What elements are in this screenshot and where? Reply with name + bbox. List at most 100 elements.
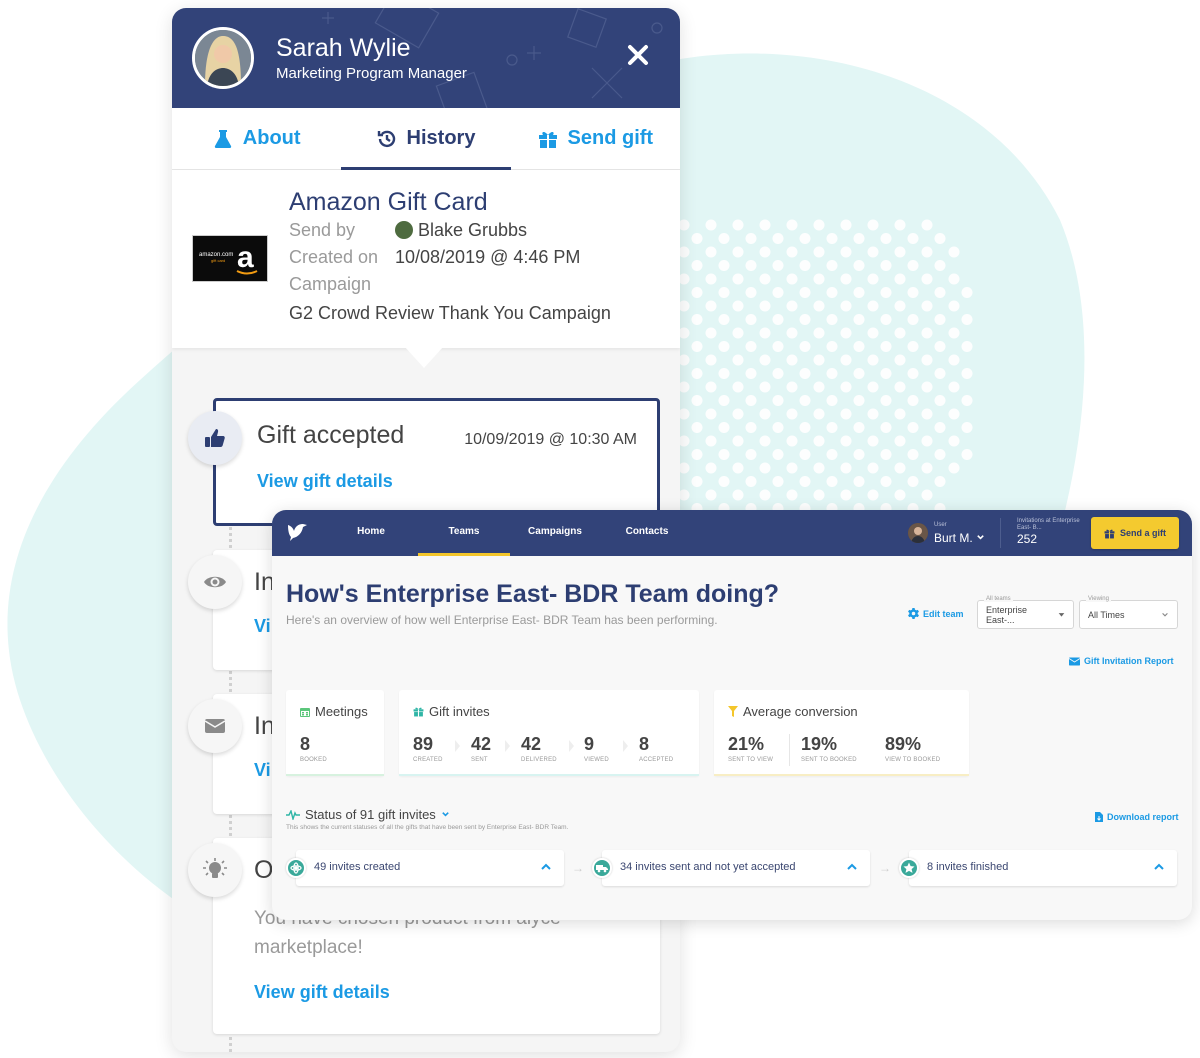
view-gift-details-link[interactable]: View gift details xyxy=(254,982,390,1003)
envelope-icon xyxy=(204,719,226,733)
pattern-dot xyxy=(826,368,838,379)
pattern-dot xyxy=(678,273,690,285)
atom-icon xyxy=(290,862,302,874)
pattern-dot xyxy=(907,314,919,325)
pattern-dot xyxy=(934,476,946,487)
pattern-dot xyxy=(948,246,960,258)
pattern-dot xyxy=(705,327,717,339)
status-card-finished[interactable]: 8 invites finished xyxy=(899,850,1177,886)
profile-role: Marketing Program Manager xyxy=(276,65,467,82)
pattern-dot xyxy=(786,408,798,420)
pattern-dot xyxy=(705,435,717,447)
stat-label: SENT TO VIEW xyxy=(728,757,774,763)
pattern-dot xyxy=(867,435,879,447)
pattern-dot xyxy=(759,489,771,501)
pattern-dot xyxy=(961,422,973,433)
close-button[interactable] xyxy=(622,42,654,74)
pattern-dot xyxy=(853,449,865,460)
event-title: O xyxy=(254,856,274,884)
download-report-link[interactable]: Download report xyxy=(1095,812,1179,822)
view-gift-details-link[interactable]: View gift details xyxy=(257,471,393,492)
pattern-dot xyxy=(894,408,906,420)
edit-team-button[interactable]: Edit team xyxy=(908,608,964,619)
event-icon-badge xyxy=(188,843,242,897)
view-gift-details-link[interactable]: Vi xyxy=(254,760,271,781)
pattern-dot xyxy=(826,395,838,406)
pattern-dot xyxy=(880,341,892,352)
stat-value: 9 xyxy=(584,734,595,754)
nav-home[interactable]: Home xyxy=(350,510,392,556)
tab-send-gift-label: Send gift xyxy=(567,127,654,149)
pattern-dot xyxy=(732,219,744,231)
pattern-dot xyxy=(934,368,946,379)
pattern-dot xyxy=(921,327,933,339)
gift-icon xyxy=(413,707,424,717)
tab-history[interactable]: History xyxy=(341,108,511,170)
pattern-dot xyxy=(718,449,730,460)
nav-teams[interactable]: Teams xyxy=(418,510,510,556)
tab-send-gift[interactable]: Send gift xyxy=(511,108,680,169)
pattern-dot xyxy=(678,219,690,231)
pattern-dot xyxy=(826,476,838,487)
status-card-created[interactable]: 49 invites created xyxy=(286,850,564,886)
tab-about[interactable]: About xyxy=(172,108,341,169)
alyce-bird-logo[interactable] xyxy=(286,521,308,543)
user-name[interactable]: Burt M. xyxy=(934,531,985,545)
pattern-dot xyxy=(772,314,784,325)
gift-icon xyxy=(538,131,557,148)
pattern-dot xyxy=(921,246,933,258)
pattern-dot xyxy=(732,273,744,285)
send-by-value[interactable]: Blake Grubbs xyxy=(395,220,527,241)
status-section-title[interactable]: Status of 91 gift invites xyxy=(286,807,450,822)
stat-label: VIEWED xyxy=(584,757,609,763)
pattern-dot xyxy=(826,314,838,325)
card-accent xyxy=(286,774,384,776)
pattern-dot xyxy=(772,422,784,433)
gift-invites-card: Gift invites 89 CREATED 42 SENT 42 DELIV… xyxy=(399,690,699,776)
card-accent xyxy=(399,774,699,776)
pattern-dot xyxy=(867,462,879,474)
gift-invites-sent: 42 SENT xyxy=(471,734,491,763)
created-on-label: Created on xyxy=(289,247,379,267)
pattern-dot xyxy=(772,449,784,460)
gift-invitation-report-link[interactable]: Gift Invitation Report xyxy=(1069,656,1174,666)
pattern-dot xyxy=(907,368,919,379)
pattern-dot xyxy=(759,246,771,258)
team-select[interactable]: All teams Enterprise East-... xyxy=(977,596,1074,629)
pattern-dot xyxy=(678,246,690,258)
gift-invites-delivered: 42 DELIVERED xyxy=(521,734,557,763)
campaign-value: G2 Crowd Review Thank You Campaign xyxy=(289,303,611,323)
send-a-gift-button[interactable]: Send a gift xyxy=(1091,517,1179,549)
pattern-dot xyxy=(813,354,825,366)
pattern-dot xyxy=(853,287,865,298)
viewing-select[interactable]: Viewing All Times xyxy=(1079,596,1178,629)
tab-history-label: History xyxy=(406,127,476,149)
pattern-dot xyxy=(705,219,717,231)
pattern-dot xyxy=(961,395,973,406)
pattern-dot xyxy=(732,462,744,474)
conversion-sent-to-view: 21% SENT TO VIEW xyxy=(728,734,773,763)
chevron-up-icon xyxy=(1154,863,1164,870)
status-card-sent[interactable]: 34 invites sent and not yet accepted xyxy=(592,850,870,886)
pattern-dot xyxy=(840,246,852,258)
nav-contacts[interactable]: Contacts xyxy=(622,510,672,556)
pattern-dot xyxy=(853,260,865,271)
pattern-dot xyxy=(921,435,933,447)
pattern-dot xyxy=(718,395,730,406)
pattern-dot xyxy=(786,327,798,339)
nav-campaigns[interactable]: Campaigns xyxy=(526,510,584,556)
meetings-card: Meetings 8 BOOKED xyxy=(286,690,384,776)
pattern-dot xyxy=(894,246,906,258)
pattern-dot xyxy=(759,300,771,312)
pattern-dot xyxy=(867,489,879,501)
pattern-dot xyxy=(691,449,703,460)
pattern-dot xyxy=(921,489,933,501)
view-gift-details-link[interactable]: Vi xyxy=(254,616,271,637)
pattern-dot xyxy=(732,408,744,420)
pattern-dot xyxy=(907,260,919,271)
pattern-dot xyxy=(853,368,865,379)
pattern-dot xyxy=(853,233,865,244)
pattern-dot xyxy=(786,246,798,258)
profile-name: Sarah Wylie xyxy=(276,34,411,62)
chevron-down-icon xyxy=(442,812,449,817)
